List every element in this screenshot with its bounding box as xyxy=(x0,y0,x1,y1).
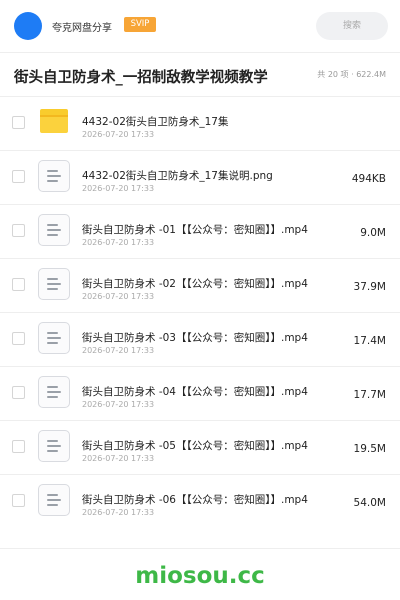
avatar[interactable] xyxy=(14,12,42,40)
file-row[interactable]: 街头自卫防身术 -06【【公众号：密知圈】】.mp4 2026-07-20 17:… xyxy=(0,474,400,528)
file-size: 17.7M xyxy=(353,389,386,401)
file-size: 9.0M xyxy=(360,227,386,239)
sharer-name: 夸克网盘分享 xyxy=(52,23,112,34)
document-icon xyxy=(38,214,70,246)
select-checkbox[interactable] xyxy=(12,332,25,345)
file-row[interactable]: 街头自卫防身术 -05【【公众号：密知圈】】.mp4 2026-07-20 17:… xyxy=(0,420,400,474)
file-name[interactable]: 街头自卫防身术 -04【【公众号：密知圈】】.mp4 xyxy=(82,384,342,399)
share-title: 街头自卫防身术_一招制敌教学视频教学 xyxy=(14,70,268,86)
file-date: 2026-07-20 17:33 xyxy=(82,454,155,463)
document-icon xyxy=(38,484,70,516)
file-row[interactable]: 街头自卫防身术 -01【【公众号：密知圈】】.mp4 2026-07-20 17:… xyxy=(0,204,400,258)
header-divider xyxy=(0,52,400,53)
select-checkbox[interactable] xyxy=(12,116,25,129)
watermark-text: miosou.cc xyxy=(135,563,265,589)
search-input[interactable] xyxy=(316,12,388,40)
file-date: 2026-07-20 17:33 xyxy=(82,238,155,247)
share-meta: 共 20 项 · 622.4M xyxy=(317,70,386,79)
file-row[interactable]: 4432-02街头自卫防身术_17集说明.png 2026-07-20 17:33… xyxy=(0,150,400,204)
file-size: 17.4M xyxy=(353,335,386,347)
file-size: 37.9M xyxy=(353,281,386,293)
select-checkbox[interactable] xyxy=(12,386,25,399)
file-row[interactable]: 4432-02街头自卫防身术_17集 2026-07-20 17:33 xyxy=(0,96,400,150)
document-icon xyxy=(38,322,70,354)
file-name[interactable]: 街头自卫防身术 -03【【公众号：密知圈】】.mp4 xyxy=(82,330,342,345)
select-checkbox[interactable] xyxy=(12,440,25,453)
svip-badge: SVIP xyxy=(124,17,156,32)
file-date: 2026-07-20 17:33 xyxy=(82,184,155,193)
select-checkbox[interactable] xyxy=(12,170,25,183)
select-checkbox[interactable] xyxy=(12,278,25,291)
file-row[interactable]: 街头自卫防身术 -04【【公众号：密知圈】】.mp4 2026-07-20 17:… xyxy=(0,366,400,420)
file-date: 2026-07-20 17:33 xyxy=(82,130,155,139)
file-row[interactable]: 街头自卫防身术 -02【【公众号：密知圈】】.mp4 2026-07-20 17:… xyxy=(0,258,400,312)
top-bar: 夸克网盘分享 SVIP xyxy=(0,0,400,52)
file-name[interactable]: 街头自卫防身术 -02【【公众号：密知圈】】.mp4 xyxy=(82,276,342,291)
file-date: 2026-07-20 17:33 xyxy=(82,400,155,409)
file-name[interactable]: 街头自卫防身术 -05【【公众号：密知圈】】.mp4 xyxy=(82,438,342,453)
file-size: 19.5M xyxy=(353,443,386,455)
document-icon xyxy=(38,160,70,192)
file-date: 2026-07-20 17:33 xyxy=(82,346,155,355)
document-icon xyxy=(38,430,70,462)
file-name[interactable]: 4432-02街头自卫防身术_17集说明.png xyxy=(82,168,342,183)
select-checkbox[interactable] xyxy=(12,224,25,237)
file-size: 54.0M xyxy=(353,497,386,509)
folder-icon xyxy=(40,109,68,133)
file-name[interactable]: 4432-02街头自卫防身术_17集 xyxy=(82,114,342,129)
file-date: 2026-07-20 17:33 xyxy=(82,292,155,301)
file-size: 494KB xyxy=(351,173,386,185)
file-date: 2026-07-20 17:33 xyxy=(82,508,155,517)
list-end-divider xyxy=(0,548,400,549)
document-icon xyxy=(38,376,70,408)
document-icon xyxy=(38,268,70,300)
select-checkbox[interactable] xyxy=(12,494,25,507)
file-name[interactable]: 街头自卫防身术 -01【【公众号：密知圈】】.mp4 xyxy=(82,222,342,237)
file-row[interactable]: 街头自卫防身术 -03【【公众号：密知圈】】.mp4 2026-07-20 17:… xyxy=(0,312,400,366)
file-name[interactable]: 街头自卫防身术 -06【【公众号：密知圈】】.mp4 xyxy=(82,492,342,507)
